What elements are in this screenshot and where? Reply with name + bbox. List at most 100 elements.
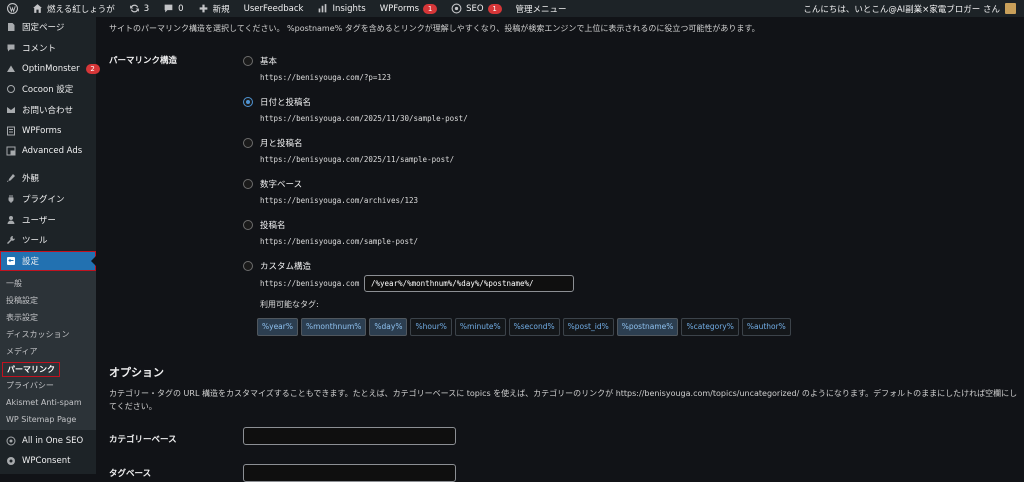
category-base-label: カテゴリーベース <box>109 435 177 445</box>
option-plain[interactable]: 基本 <box>243 55 277 67</box>
sidebar-item-wpconsent[interactable]: WPConsent <box>0 451 96 472</box>
tag-button-post-id[interactable]: %post_id% <box>562 318 614 336</box>
wpconsent-icon <box>7 457 15 466</box>
sidebar-item-comments[interactable]: コメント <box>0 38 96 59</box>
available-tags: %year% %monthnum% %day% %hour% %minute% … <box>257 318 791 336</box>
option-url: https://benisyouga.com/archives/123 <box>260 196 419 205</box>
my-account-menu[interactable]: こんにちは、いとこん@AI副業×家電ブロガー さん <box>803 0 1024 17</box>
sidebar-item-settings[interactable]: 設定 <box>0 250 96 272</box>
wpforms-badge: 1 <box>423 3 438 14</box>
options-description: カテゴリー・タグの URL 構造をカスタマイズすることもできます。たとえば、カテ… <box>109 389 1018 411</box>
new-content-menu[interactable]: 新規 <box>191 0 237 17</box>
sidebar-item-wpforms[interactable]: WPForms <box>0 120 96 141</box>
option-label: 日付と投稿名 <box>260 98 312 108</box>
comment-bubble-icon <box>164 4 173 13</box>
option-post-name[interactable]: 投稿名 <box>243 219 286 231</box>
sidebar-item-label: コメント <box>22 44 57 55</box>
userfeedback-menu[interactable]: UserFeedback <box>237 0 311 17</box>
seo-badge: 1 <box>487 3 502 14</box>
sidebar-item-advanced-ads[interactable]: Advanced Ads <box>0 141 96 162</box>
wpforms-icon <box>7 126 15 136</box>
sidebar-item-tools[interactable]: ツール <box>0 230 96 251</box>
bar-chart-icon <box>319 4 327 13</box>
options-heading: オプション <box>109 366 164 379</box>
settings-icon <box>7 256 15 265</box>
tag-button-category[interactable]: %category% <box>681 318 739 336</box>
optinmonster-icon <box>7 65 15 72</box>
tag-button-minute[interactable]: %minute% <box>454 318 506 336</box>
aioseo-icon <box>6 436 16 446</box>
sidebar-item-pages[interactable]: 固定ページ <box>0 17 96 38</box>
sidebar-item-label: 設定 <box>22 256 40 267</box>
avatar <box>1005 3 1016 14</box>
admin-sidebar: 固定ページ コメント OptinMonster 2 Cocoon 設定 お問い合… <box>0 17 100 474</box>
category-base-input[interactable] <box>243 427 456 445</box>
tag-button-author[interactable]: %author% <box>741 318 791 336</box>
radio-day-and-name[interactable] <box>243 97 253 107</box>
submenu-media[interactable]: メディア <box>0 343 96 360</box>
sidebar-item-aioseo[interactable]: All in One SEO <box>0 430 96 451</box>
wordpress-icon <box>7 3 18 14</box>
wpforms-menu[interactable]: WPForms 1 <box>373 0 444 17</box>
option-month-and-name[interactable]: 月と投稿名 <box>243 137 303 149</box>
submenu-akismet[interactable]: Akismet Anti-spam <box>0 394 96 411</box>
tag-button-second[interactable]: %second% <box>508 318 560 336</box>
site-name-menu[interactable]: 燃える紅しょうが <box>25 0 122 17</box>
submenu-general[interactable]: 一般 <box>0 275 96 292</box>
option-day-and-name[interactable]: 日付と投稿名 <box>243 96 311 108</box>
option-url: https://benisyouga.com/?p=123 <box>260 73 391 82</box>
seo-label: SEO <box>466 3 484 14</box>
option-custom[interactable]: カスタム構造 <box>243 260 311 272</box>
new-label: 新規 <box>212 4 230 15</box>
submenu-discussion[interactable]: ディスカッション <box>0 326 96 343</box>
submenu-writing[interactable]: 投稿設定 <box>0 292 96 309</box>
sidebar-item-appearance[interactable]: 外観 <box>0 168 96 189</box>
sidebar-item-plugins[interactable]: プラグイン <box>0 189 96 210</box>
sidebar-item-optinmonster[interactable]: OptinMonster 2 <box>0 58 100 79</box>
radio-month-and-name[interactable] <box>243 138 253 148</box>
tag-button-postname[interactable]: %postname% <box>616 318 679 336</box>
option-url: https://benisyouga.com/2025/11/30/sample… <box>260 114 468 123</box>
submenu-reading[interactable]: 表示設定 <box>0 309 96 326</box>
admin-bar: 燃える紅しょうが 3 0 新規 UserFeedback Insights WP… <box>0 0 1024 17</box>
appearance-icon <box>7 174 15 183</box>
user-icon <box>7 215 15 224</box>
seo-gear-icon <box>451 3 462 14</box>
sidebar-item-cocoon[interactable]: Cocoon 設定 <box>0 79 96 100</box>
radio-custom[interactable] <box>243 261 253 271</box>
wordpress-logo-menu[interactable] <box>0 0 25 17</box>
submenu-sitemap[interactable]: WP Sitemap Page <box>0 411 96 428</box>
insights-menu[interactable]: Insights <box>310 0 372 17</box>
radio-post-name[interactable] <box>243 220 253 230</box>
comments-menu[interactable]: 0 <box>156 0 190 17</box>
wpforms-label: WPForms <box>379 3 420 14</box>
submenu-privacy[interactable]: プライバシー <box>0 377 96 394</box>
option-label: カスタム構造 <box>260 262 312 272</box>
sidebar-item-label: OptinMonster <box>22 63 80 74</box>
tag-button-hour[interactable]: %hour% <box>410 318 452 336</box>
tag-button-day[interactable]: %day% <box>369 318 408 336</box>
admin-menu-toggle[interactable]: 管理メニュー <box>509 0 574 17</box>
radio-numeric[interactable] <box>243 179 253 189</box>
custom-structure-prefix: https://benisyouga.com <box>260 279 360 288</box>
seo-menu[interactable]: SEO 1 <box>444 0 508 17</box>
tag-base-input[interactable] <box>243 464 456 482</box>
option-url: https://benisyouga.com/2025/11/sample-po… <box>260 155 455 164</box>
custom-structure-input[interactable]: /%year%/%monthnum%/%day%/%postname%/ <box>364 275 574 292</box>
userfeedback-label: UserFeedback <box>243 3 304 14</box>
submenu-permalink[interactable]: パーマリンク <box>2 362 60 378</box>
updates-menu[interactable]: 3 <box>122 0 156 17</box>
tag-button-year[interactable]: %year% <box>257 318 298 336</box>
sidebar-item-contact[interactable]: お問い合わせ <box>0 100 96 121</box>
option-label: 月と投稿名 <box>260 139 303 149</box>
option-numeric[interactable]: 数字ベース <box>243 178 302 190</box>
permalink-intro: サイトのパーマリンク構造を選択してください。 %postname% タグを含める… <box>109 24 760 33</box>
settings-submenu: 一般 投稿設定 表示設定 ディスカッション メディア パーマリンク プライバシー… <box>0 271 96 431</box>
radio-plain[interactable] <box>243 56 253 66</box>
option-label: 基本 <box>260 57 278 67</box>
tag-button-monthnum[interactable]: %monthnum% <box>301 318 367 336</box>
sidebar-item-users[interactable]: ユーザー <box>0 209 96 230</box>
sidebar-item-label: Advanced Ads <box>22 146 83 157</box>
sidebar-item-label: プラグイン <box>22 194 65 205</box>
sidebar-item-label: ツール <box>22 236 48 247</box>
